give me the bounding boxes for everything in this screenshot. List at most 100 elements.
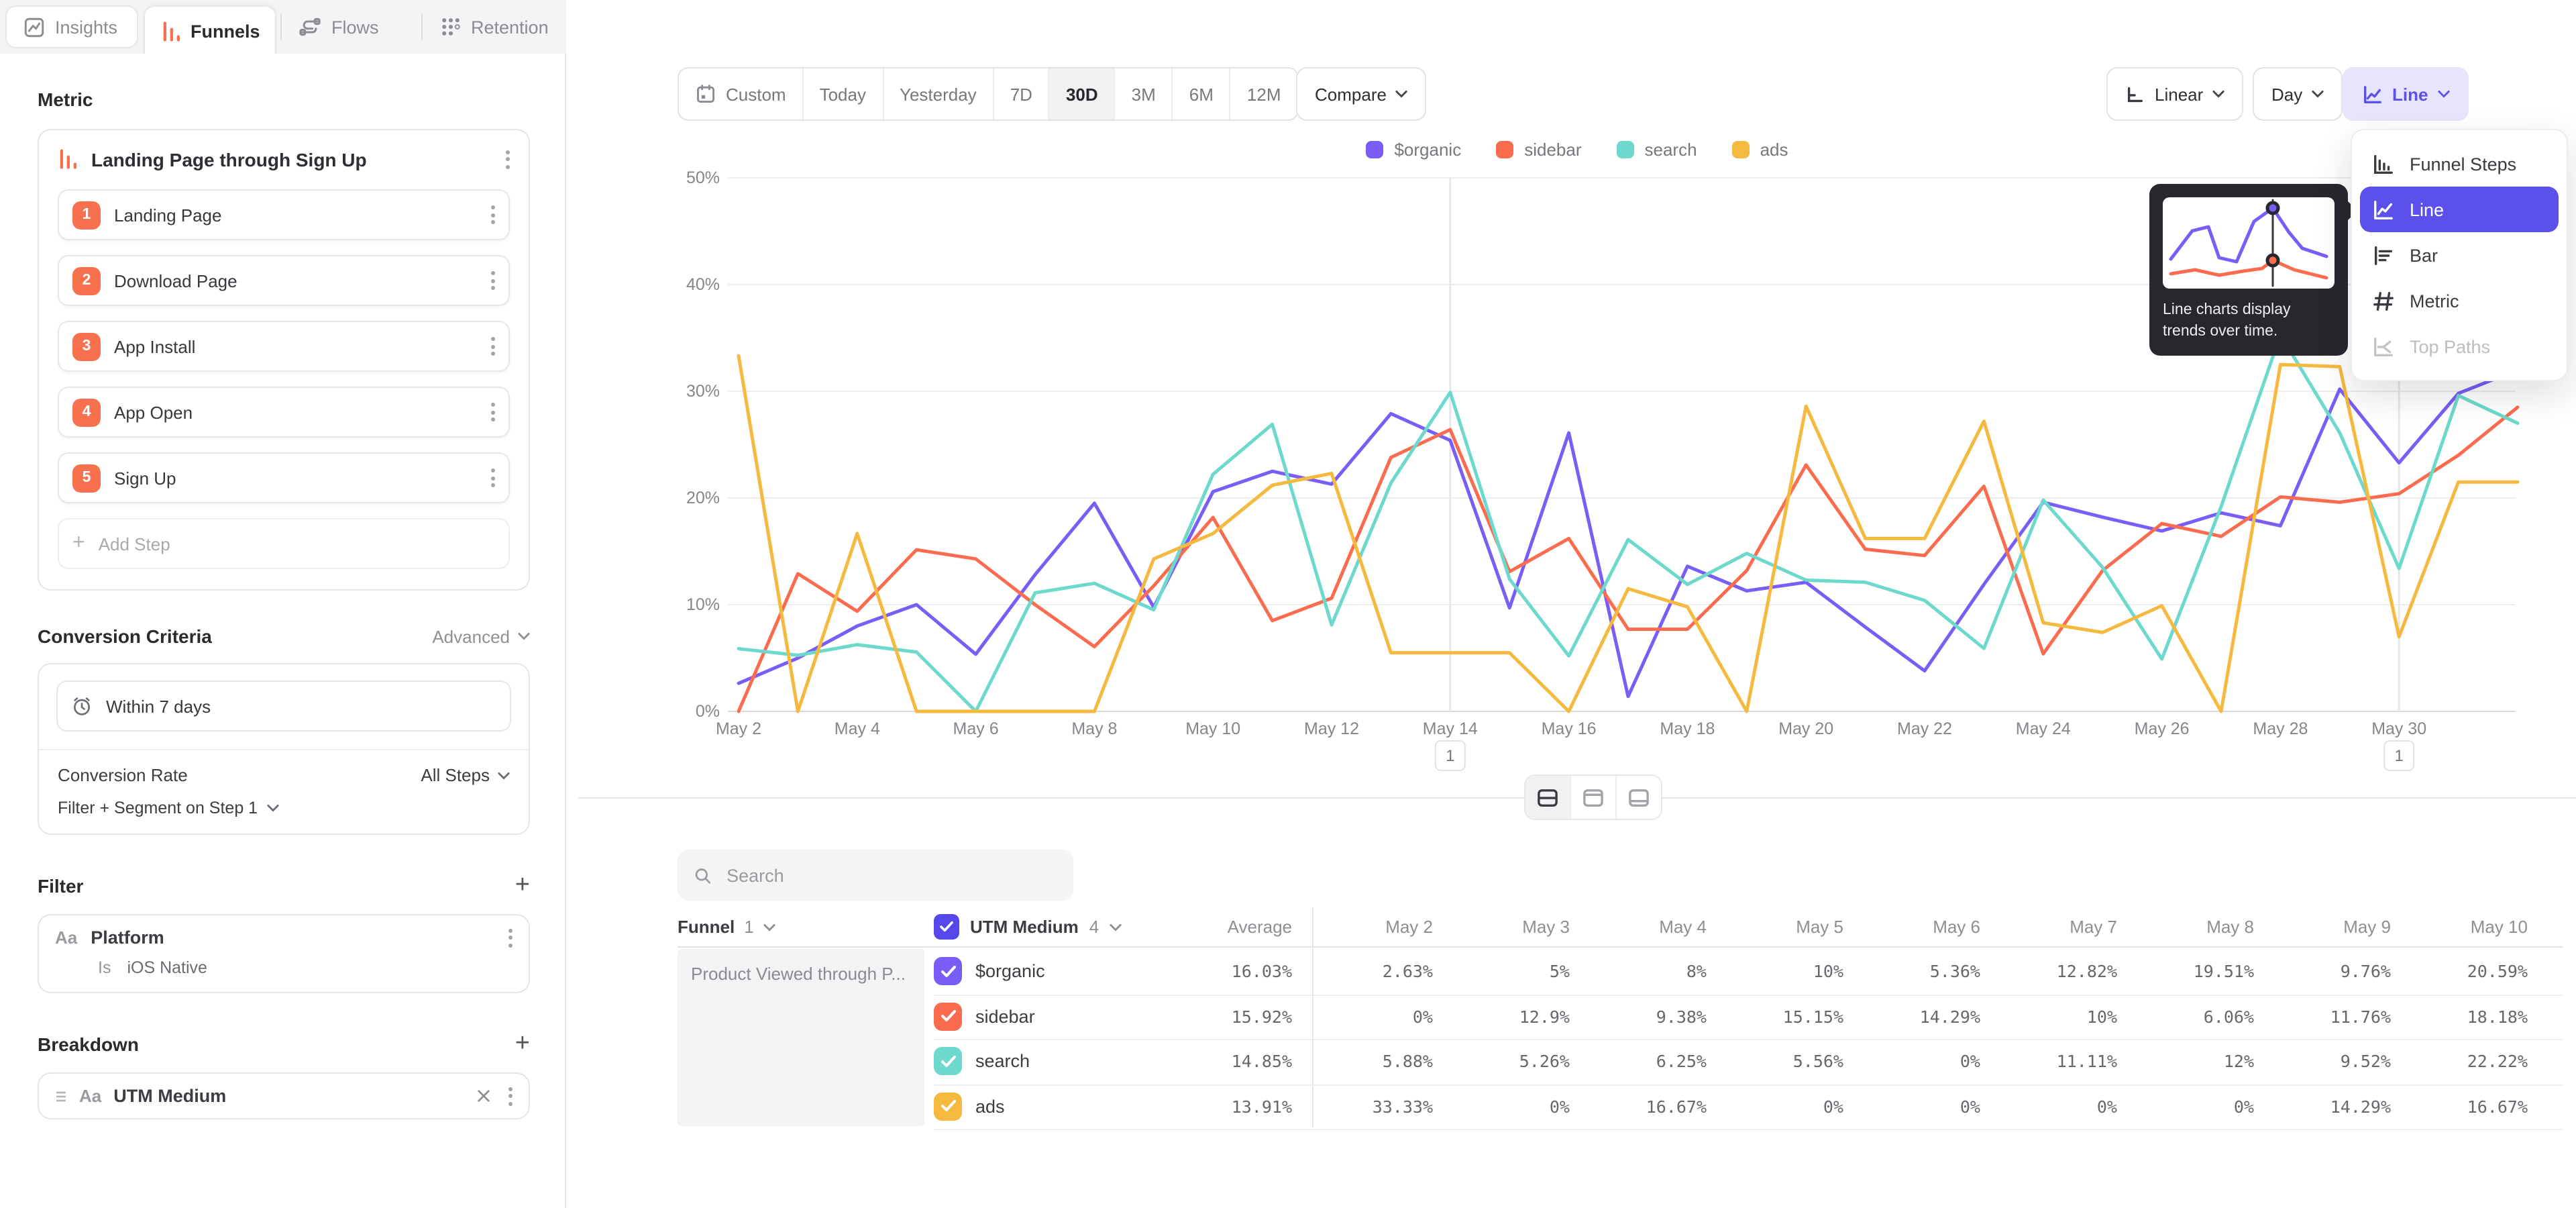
- sidebar: Metric Landing Page through Sign Up 1Lan…: [0, 54, 566, 1208]
- range-yesterday[interactable]: Yesterday: [883, 68, 994, 119]
- filter-value[interactable]: iOS Native: [127, 958, 207, 977]
- range-6m[interactable]: 6M: [1173, 68, 1231, 119]
- tab-label: Retention: [471, 17, 549, 37]
- step-kebab-icon[interactable]: [491, 468, 495, 487]
- advanced-label: Advanced: [432, 626, 510, 646]
- utm-header-checkbox[interactable]: [934, 914, 959, 940]
- row-value: 16.67%: [2407, 1097, 2528, 1117]
- table-header-divider: [678, 946, 2563, 948]
- scale-dropdown[interactable]: Linear: [2106, 67, 2243, 121]
- range-today[interactable]: Today: [804, 68, 883, 119]
- tooltip-mini-chart: [2163, 197, 2334, 289]
- step-kebab-icon[interactable]: [491, 337, 495, 356]
- tab-flows[interactable]: Flows: [282, 5, 419, 48]
- range-label: 7D: [1010, 84, 1032, 104]
- panel-top-button[interactable]: [1571, 776, 1617, 819]
- tab-label: Insights: [55, 17, 117, 37]
- table-row-search[interactable]: search14.85%5.88%5.26%6.25%5.56%0%11.11%…: [934, 1039, 2563, 1085]
- row-value: 5.56%: [1723, 1052, 1843, 1072]
- row-value: 5%: [1449, 962, 1570, 982]
- step-number-badge: 4: [72, 398, 101, 426]
- row-value: 33.33%: [1312, 1097, 1433, 1117]
- funnel-step-5[interactable]: 5Sign Up: [58, 452, 510, 503]
- utm-column-header[interactable]: UTM Medium 4: [934, 907, 1122, 946]
- conversion-window-label: Within 7 days: [106, 696, 211, 716]
- remove-breakdown-icon[interactable]: [476, 1089, 491, 1103]
- row-label: $organic: [975, 962, 1045, 982]
- row-checkbox[interactable]: [934, 958, 962, 986]
- row-value: 16.67%: [1586, 1097, 1707, 1117]
- range-12m[interactable]: 12M: [1231, 68, 1297, 119]
- filter-operator[interactable]: Is: [98, 958, 111, 977]
- table-row-organic[interactable]: $organic16.03%2.63%5%8%10%5.36%12.82%19.…: [934, 949, 2563, 995]
- row-value: 0%: [1312, 1007, 1433, 1027]
- menu-item-bar[interactable]: Bar: [2360, 232, 2559, 278]
- breakdown-kebab-icon[interactable]: [508, 1087, 513, 1105]
- tooltip-text: Line charts display trends over time.: [2163, 299, 2334, 342]
- add-breakdown-button[interactable]: +: [515, 1031, 530, 1056]
- funnel-column-header[interactable]: Funnel 1: [678, 907, 775, 946]
- y-axis-label: 10%: [686, 595, 720, 614]
- range-3m[interactable]: 3M: [1116, 68, 1173, 119]
- tab-retention[interactable]: Retention: [424, 5, 566, 48]
- y-axis-label: 30%: [686, 382, 720, 401]
- row-value: 20.59%: [2407, 962, 2528, 982]
- conversion-window-button[interactable]: Within 7 days: [56, 681, 511, 732]
- funnel-step-4[interactable]: 4App Open: [58, 387, 510, 438]
- breakdown-property[interactable]: UTM Medium: [113, 1086, 464, 1106]
- x-axis-label: May 22: [1897, 719, 1952, 738]
- search-icon: [694, 865, 712, 885]
- filter-property[interactable]: Platform: [91, 927, 495, 948]
- panel-bottom-button[interactable]: [1617, 776, 1661, 819]
- row-value: 19.51%: [2133, 962, 2254, 982]
- range-custom[interactable]: Custom: [679, 68, 804, 119]
- series-line-sidebar[interactable]: [739, 407, 2518, 711]
- row-value: 10%: [1996, 1007, 2117, 1027]
- text-type-icon: Aa: [55, 927, 77, 948]
- x-axis-label: May 16: [1542, 719, 1597, 738]
- range-30d[interactable]: 30D: [1050, 68, 1116, 119]
- table-row-ads[interactable]: ads13.91%33.33%0%16.67%0%0%0%0%14.29%16.…: [934, 1084, 2563, 1130]
- menu-item-label: Funnel Steps: [2410, 154, 2516, 174]
- add-step-button[interactable]: + Add Step: [58, 518, 510, 569]
- step-kebab-icon[interactable]: [491, 205, 495, 224]
- row-checkbox[interactable]: [934, 1093, 962, 1121]
- insights-icon: [23, 15, 46, 38]
- chart-type-dropdown[interactable]: Line: [2343, 67, 2468, 121]
- row-checkbox[interactable]: [934, 1003, 962, 1031]
- row-value: 14.29%: [1860, 1007, 1980, 1027]
- table-row-sidebar[interactable]: sidebar15.92%0%12.9%9.38%15.15%14.29%10%…: [934, 994, 2563, 1040]
- funnel-steps-list: 1Landing Page 2Download Page 3App Install 4…: [58, 189, 510, 503]
- funnel-step-1[interactable]: 1Landing Page: [58, 189, 510, 240]
- interval-dropdown[interactable]: Day: [2253, 67, 2343, 121]
- menu-item-metric[interactable]: Metric: [2360, 278, 2559, 323]
- tab-insights[interactable]: Insights: [5, 5, 138, 48]
- row-value: 12.82%: [1996, 962, 2117, 982]
- conversion-rate-dropdown[interactable]: All Steps: [421, 765, 510, 785]
- funnel-kebab-icon[interactable]: [506, 150, 510, 168]
- row-value: 6.06%: [2133, 1007, 2254, 1027]
- breakdown-table: Funnel 1 UTM Medium 4 Average May 2May 3…: [678, 907, 2563, 1136]
- advanced-dropdown[interactable]: Advanced: [432, 626, 530, 646]
- search-input[interactable]: [724, 864, 1057, 887]
- funnel-step-2[interactable]: 2Download Page: [58, 255, 510, 306]
- filter-segment-dropdown[interactable]: Filter + Segment on Step 1: [58, 799, 510, 817]
- tab-funnels[interactable]: Funnels: [144, 5, 276, 55]
- funnel-cell[interactable]: Product Viewed through P...: [678, 949, 924, 1126]
- add-filter-button[interactable]: +: [515, 872, 530, 898]
- compare-button[interactable]: Compare: [1296, 67, 1427, 121]
- split-view-button[interactable]: [1525, 776, 1571, 819]
- series-line-ads[interactable]: [739, 356, 2518, 711]
- step-kebab-icon[interactable]: [491, 403, 495, 421]
- step-kebab-icon[interactable]: [491, 271, 495, 290]
- row-checkbox[interactable]: [934, 1048, 962, 1076]
- funnels-icon: [161, 19, 181, 42]
- menu-item-line[interactable]: Line: [2360, 187, 2559, 232]
- range-7d[interactable]: 7D: [994, 68, 1050, 119]
- funnel-step-3[interactable]: 3App Install: [58, 321, 510, 372]
- menu-item-funnel-steps[interactable]: Funnel Steps: [2360, 141, 2559, 187]
- drag-handle-icon[interactable]: [55, 1089, 67, 1103]
- search-box[interactable]: [678, 850, 1073, 901]
- filter-kebab-icon[interactable]: [508, 928, 513, 947]
- date-column-header: May 4: [1586, 907, 1707, 946]
